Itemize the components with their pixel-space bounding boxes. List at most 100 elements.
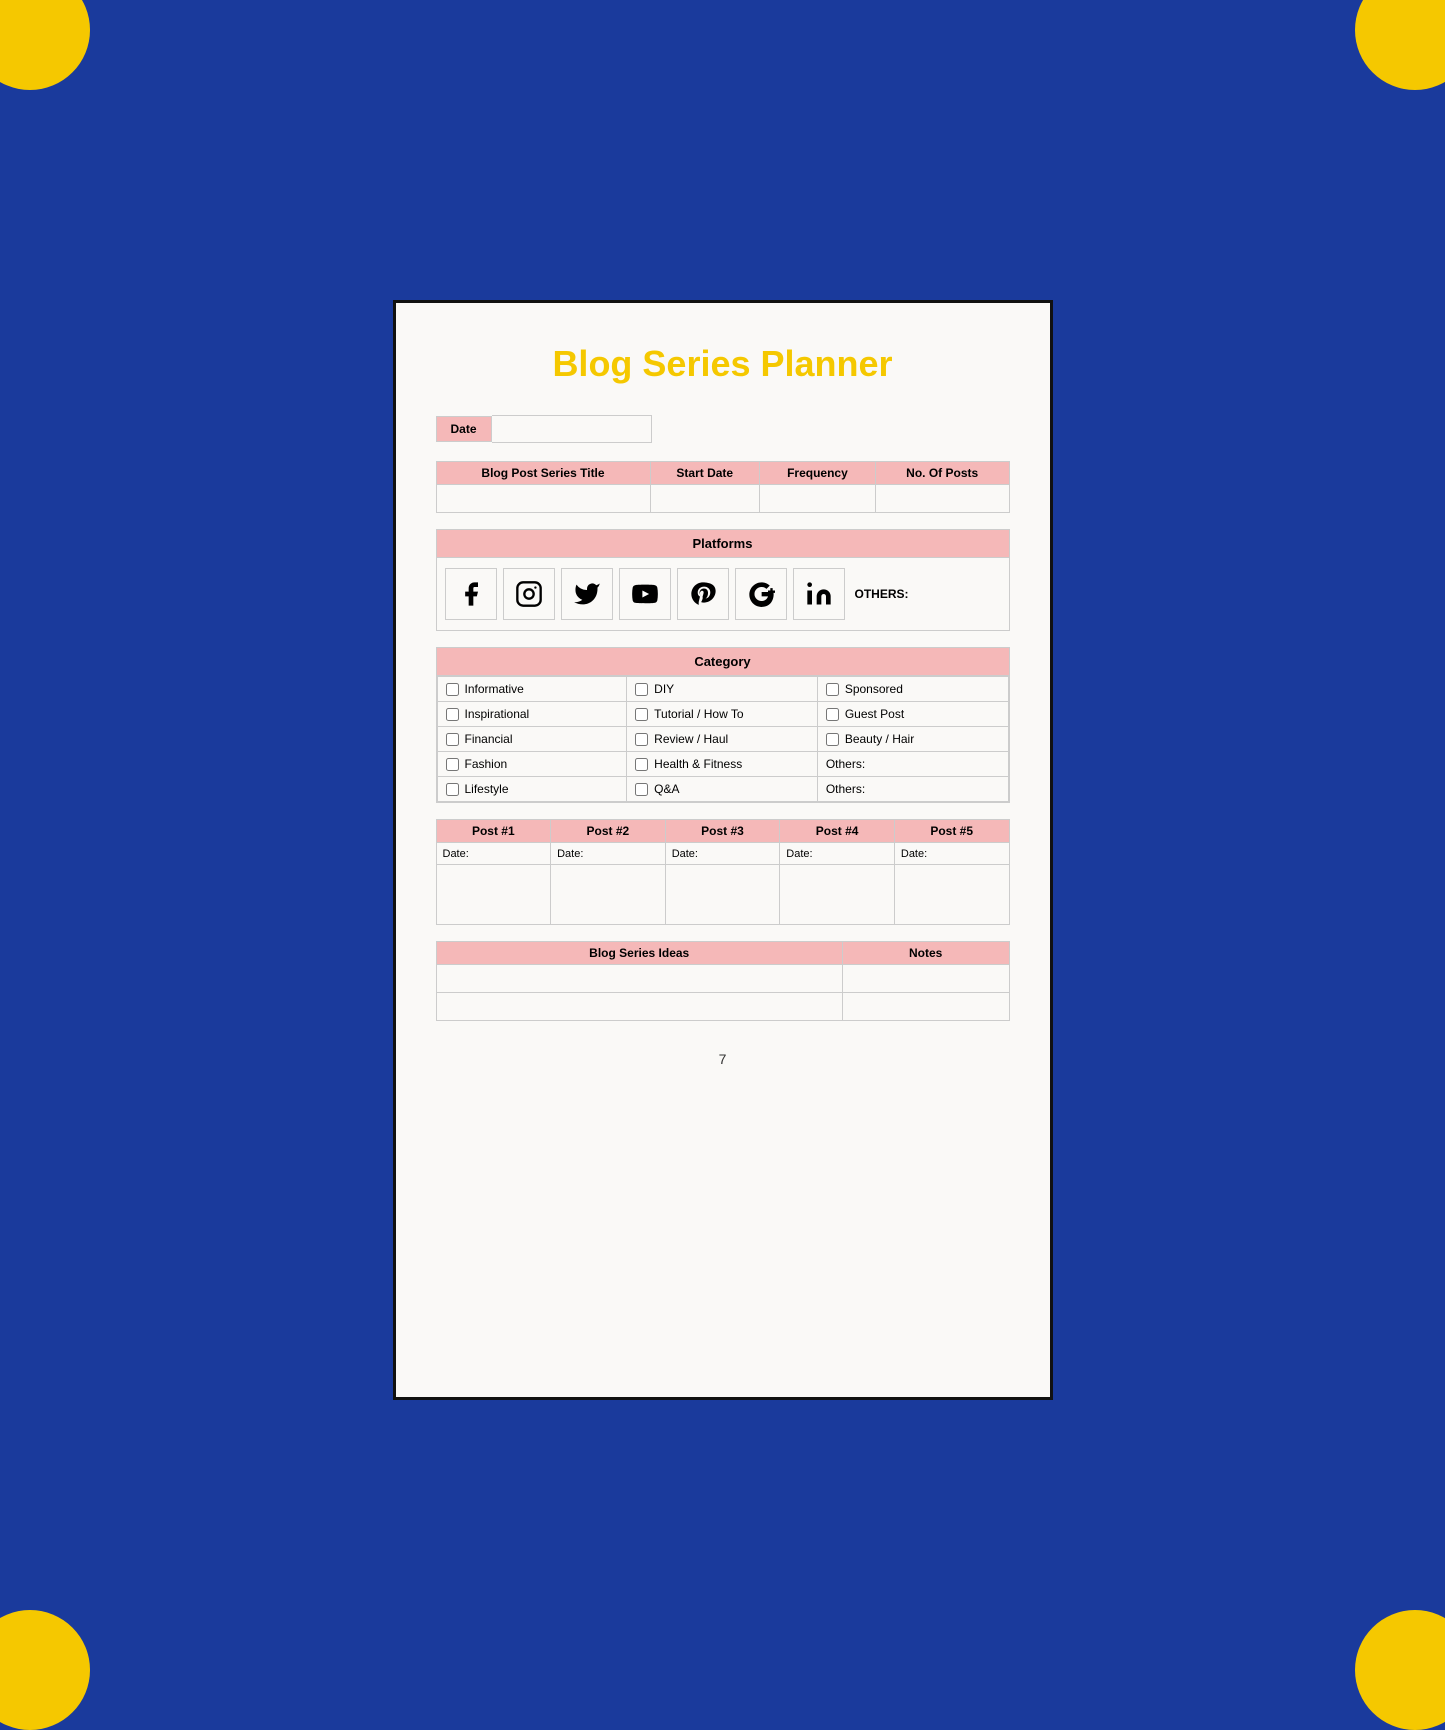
category-others1[interactable]: Others: xyxy=(818,752,1009,777)
corner-decoration-tl xyxy=(0,0,90,90)
checkbox-qa[interactable] xyxy=(635,783,648,796)
posts-date-row: Date: Date: Date: Date: Date: xyxy=(436,843,1009,865)
series-data-row xyxy=(436,485,1009,513)
platforms-icons-row: OTHERS: xyxy=(437,558,1009,630)
checkbox-guestpost[interactable] xyxy=(826,708,839,721)
checkbox-informative[interactable] xyxy=(446,683,459,696)
post3-content[interactable] xyxy=(665,865,780,925)
series-col-start: Start Date xyxy=(650,462,760,485)
series-title-cell[interactable] xyxy=(436,485,650,513)
youtube-icon[interactable] xyxy=(619,568,671,620)
blog-series-cell-1[interactable] xyxy=(436,965,842,993)
post1-content[interactable] xyxy=(436,865,551,925)
date-label: Date xyxy=(436,416,492,442)
post5-content[interactable] xyxy=(894,865,1009,925)
post1-header: Post #1 xyxy=(436,820,551,843)
label-review: Review / Haul xyxy=(654,732,728,746)
category-health[interactable]: Health & Fitness xyxy=(627,752,818,777)
label-sponsored: Sponsored xyxy=(845,682,903,696)
category-diy[interactable]: DIY xyxy=(627,676,818,702)
page-number: 7 xyxy=(436,1051,1010,1067)
category-financial[interactable]: Financial xyxy=(437,727,628,752)
checkbox-fashion[interactable] xyxy=(446,758,459,771)
post1-date[interactable]: Date: xyxy=(436,843,551,865)
category-review[interactable]: Review / Haul xyxy=(627,727,818,752)
checkbox-inspirational[interactable] xyxy=(446,708,459,721)
category-grid: Informative DIY Sponsored Inspirational … xyxy=(437,676,1009,802)
blog-series-cell-2[interactable] xyxy=(436,993,842,1021)
label-informative: Informative xyxy=(465,682,524,696)
notes-cell-1[interactable] xyxy=(842,965,1009,993)
label-guestpost: Guest Post xyxy=(845,707,904,721)
category-informative[interactable]: Informative xyxy=(437,676,628,702)
series-col-title: Blog Post Series Title xyxy=(436,462,650,485)
post5-date[interactable]: Date: xyxy=(894,843,1009,865)
series-col-freq: Frequency xyxy=(760,462,876,485)
category-fashion[interactable]: Fashion xyxy=(437,752,628,777)
blog-series-ideas-header: Blog Series Ideas xyxy=(436,942,842,965)
facebook-icon[interactable] xyxy=(445,568,497,620)
posts-table: Post #1 Post #2 Post #3 Post #4 Post #5 … xyxy=(436,819,1010,925)
post4-header: Post #4 xyxy=(780,820,895,843)
category-guestpost[interactable]: Guest Post xyxy=(818,702,1009,727)
label-beauty: Beauty / Hair xyxy=(845,732,914,746)
series-start-cell[interactable] xyxy=(650,485,760,513)
series-freq-cell[interactable] xyxy=(760,485,876,513)
checkbox-tutorial[interactable] xyxy=(635,708,648,721)
checkbox-health[interactable] xyxy=(635,758,648,771)
page-title: Blog Series Planner xyxy=(436,343,1010,385)
corner-decoration-tr xyxy=(1355,0,1445,90)
label-lifestyle: Lifestyle xyxy=(465,782,509,796)
notes-cell-2[interactable] xyxy=(842,993,1009,1021)
post3-header: Post #3 xyxy=(665,820,780,843)
post4-content[interactable] xyxy=(780,865,895,925)
checkbox-review[interactable] xyxy=(635,733,648,746)
category-sponsored[interactable]: Sponsored xyxy=(818,676,1009,702)
category-beauty[interactable]: Beauty / Hair xyxy=(818,727,1009,752)
series-table: Blog Post Series Title Start Date Freque… xyxy=(436,461,1010,513)
label-others1: Others: xyxy=(826,757,865,771)
label-financial: Financial xyxy=(465,732,513,746)
bottom-row-1 xyxy=(436,965,1009,993)
label-health: Health & Fitness xyxy=(654,757,742,771)
instagram-icon[interactable] xyxy=(503,568,555,620)
checkbox-financial[interactable] xyxy=(446,733,459,746)
label-others2: Others: xyxy=(826,782,865,796)
category-section: Category Informative DIY Sponsored Inspi… xyxy=(436,647,1010,803)
category-tutorial[interactable]: Tutorial / How To xyxy=(627,702,818,727)
corner-decoration-br xyxy=(1355,1610,1445,1730)
checkbox-lifestyle[interactable] xyxy=(446,783,459,796)
others-label: OTHERS: xyxy=(855,587,1001,601)
post3-date[interactable]: Date: xyxy=(665,843,780,865)
category-others2[interactable]: Others: xyxy=(818,777,1009,802)
category-inspirational[interactable]: Inspirational xyxy=(437,702,628,727)
checkbox-beauty[interactable] xyxy=(826,733,839,746)
platforms-section: Platforms xyxy=(436,529,1010,631)
series-col-posts: No. Of Posts xyxy=(875,462,1009,485)
platforms-header: Platforms xyxy=(437,530,1009,558)
post4-date[interactable]: Date: xyxy=(780,843,895,865)
linkedin-icon[interactable] xyxy=(793,568,845,620)
pinterest-icon[interactable] xyxy=(677,568,729,620)
category-qa[interactable]: Q&A xyxy=(627,777,818,802)
label-diy: DIY xyxy=(654,682,674,696)
category-header: Category xyxy=(437,648,1009,676)
category-lifestyle[interactable]: Lifestyle xyxy=(437,777,628,802)
post5-header: Post #5 xyxy=(894,820,1009,843)
series-noposts-cell[interactable] xyxy=(875,485,1009,513)
googleplus-icon[interactable] xyxy=(735,568,787,620)
label-qa: Q&A xyxy=(654,782,679,796)
post2-date[interactable]: Date: xyxy=(551,843,666,865)
label-fashion: Fashion xyxy=(465,757,508,771)
bottom-table: Blog Series Ideas Notes xyxy=(436,941,1010,1021)
checkbox-diy[interactable] xyxy=(635,683,648,696)
notes-header: Notes xyxy=(842,942,1009,965)
bottom-row-2 xyxy=(436,993,1009,1021)
label-inspirational: Inspirational xyxy=(465,707,530,721)
date-input-field[interactable] xyxy=(492,415,652,443)
label-tutorial: Tutorial / How To xyxy=(654,707,743,721)
twitter-icon[interactable] xyxy=(561,568,613,620)
planner-page: Blog Series Planner Date Blog Post Serie… xyxy=(393,300,1053,1400)
checkbox-sponsored[interactable] xyxy=(826,683,839,696)
post2-content[interactable] xyxy=(551,865,666,925)
